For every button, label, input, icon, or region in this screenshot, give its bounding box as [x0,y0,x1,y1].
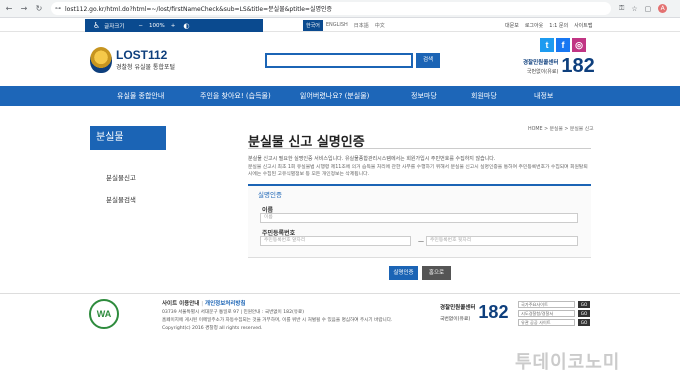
key-icon[interactable]: ⚿ [619,4,624,13]
browser-toolbar: ← → ↻ ⊶ lost112.go.kr/html.do?html=~/los… [0,0,680,18]
logout-link[interactable]: 로그아웃 [525,22,543,29]
site-info-icon[interactable]: ⊶ [55,5,61,12]
description-primary: 분실물 신고시 필요한 실명인증 서비스입니다. 유실물종합관리시스템에서는 회… [248,156,496,162]
main-nav: 유실물 종합안내 주인을 찾아요! (습득물) 잃어버렸나요? (분실물) 정보… [0,86,680,106]
wheelchair-icon: ♿ [93,21,101,30]
contrast-icon[interactable]: ◐ [183,22,189,30]
footer-separator: | [201,301,204,307]
footer-notice: 홈페이지에 게시된 이메일주소가 자동수집되는 것을 거부하며, 이를 위반 시… [162,318,393,323]
rrn-front-field[interactable]: 주민등록번호 앞자리 [260,236,411,246]
call-center-sub: 국번없이(유료) [526,69,559,75]
logo-subtitle: 경찰청 유실물 통합포털 [116,64,176,71]
footer-call-center: 경찰민원콜센터 국번없이(유료) 182 [440,302,508,323]
accessibility-bar: ♿ 글자크기 − 100% + ◐ [85,19,263,32]
footer-center-name: 경찰민원콜센터 [440,305,476,311]
footer-center-number: 182 [478,302,509,322]
rrn-back-field[interactable]: 주민등록번호 뒷자리 [426,236,578,246]
title-divider [248,148,591,149]
site-logo[interactable]: LOST112 경찰청 유실물 통합포털 [90,47,175,73]
name-field[interactable]: 이름 [260,213,578,223]
address-bar[interactable]: ⊶ lost112.go.kr/html.do?html=~/lost/firs… [51,2,611,15]
go-button-2[interactable]: GO [578,310,590,317]
terms-link[interactable]: 사이트 이용안내 [162,301,199,307]
go-button-3[interactable]: GO [578,319,590,326]
home-button[interactable]: 홈으로 [422,266,451,280]
call-center: 경찰민원콜센터 국번없이(유료) 182 [523,55,595,78]
sidebar-item-search[interactable]: 분실물검색 [106,194,136,204]
avatar[interactable]: A [658,4,668,13]
go-button-1[interactable]: GO [578,301,590,308]
footer-links: 사이트 이용안내 | 개인정보처리방침 [162,299,246,307]
zoom-in-button[interactable]: + [171,23,176,29]
lang-chinese[interactable]: 中文 [372,20,388,31]
breadcrumb: HOME > 분실물 > 분실물 신고 [528,127,594,132]
lang-korean[interactable]: 한국어 [303,20,323,31]
social-links: t f ◎ [540,38,588,52]
site-select-national[interactable]: 국가주요사이트 [518,301,575,308]
footer-divider [0,293,680,294]
lang-english[interactable]: ENGLISH [323,20,351,31]
nav-item-myinfo[interactable]: 내정보 [534,91,553,101]
call-center-number: 182 [561,55,595,77]
extensions-icon[interactable]: ▢ [645,5,652,13]
footer-copyright: Copyright(c) 2016 경찰청 all rights reserve… [162,326,263,331]
instagram-icon[interactable]: ◎ [572,38,586,52]
sidebar-item-report[interactable]: 분실물신고 [106,172,136,182]
reload-icon[interactable]: ↻ [33,4,45,13]
zoom-level: 100% [149,22,165,29]
twitter-icon[interactable]: t [540,38,554,52]
nav-item-member[interactable]: 회원마당 [471,91,497,101]
nav-item-info[interactable]: 정보마당 [411,91,437,101]
star-icon[interactable]: ☆ [631,5,637,13]
web-accessibility-badge: WA [89,299,119,329]
footer-address: 03739 서울특별시 서대문구 통일로 97 | 민원안내 : 국번없이 18… [162,310,305,315]
zoom-out-button[interactable]: − [138,23,143,29]
site-select-police[interactable]: 시도경찰청/경찰서 [518,310,575,317]
top-link-1[interactable]: 대문보 [505,22,519,29]
nav-item-found[interactable]: 주인을 찾아요! (습득물) [200,91,271,101]
watermark: 투데이코노미 [515,352,621,373]
language-selector: 한국어 ENGLISH 日本語 中文 [303,20,388,31]
top-links: 대문보 로그아웃 1:1 문의 사이트맵 [505,22,598,29]
form-legend: 실명인증 [258,191,282,199]
rrn-dash: — [418,238,424,245]
logo-title: LOST112 [116,48,168,62]
search-button[interactable]: 검색 [416,53,440,68]
sidebar-title: 분실물 [90,126,166,150]
call-center-name: 경찰민원콜센터 [523,60,559,66]
back-icon[interactable]: ← [3,4,15,13]
lang-japanese[interactable]: 日本語 [351,20,372,31]
footer-center-sub: 국번없이(유료) [440,317,471,322]
url-text: lost112.go.kr/html.do?html=~/lost/firstN… [65,6,333,13]
facebook-icon[interactable]: f [556,38,570,52]
inquiry-link[interactable]: 1:1 문의 [549,22,568,29]
site-select-public[interactable]: 유관 공공 사이트 [518,319,575,326]
police-emblem-icon [90,47,112,73]
nav-item-guide[interactable]: 유실물 종합안내 [117,91,164,101]
verify-button[interactable]: 실명인증 [389,266,418,280]
nav-item-lost[interactable]: 잃어버렸나요? (분실물) [300,91,369,101]
privacy-link[interactable]: 개인정보처리방침 [205,301,245,307]
search-input[interactable] [265,53,413,68]
sitemap-link[interactable]: 사이트맵 [574,22,592,29]
font-size-label: 글자크기 [104,23,125,30]
forward-icon[interactable]: → [18,4,30,13]
description-secondary: 분실물 신고시 최초 1회 유실물법 시행령 제11조에 의거 습득물 처리에 … [248,165,588,177]
